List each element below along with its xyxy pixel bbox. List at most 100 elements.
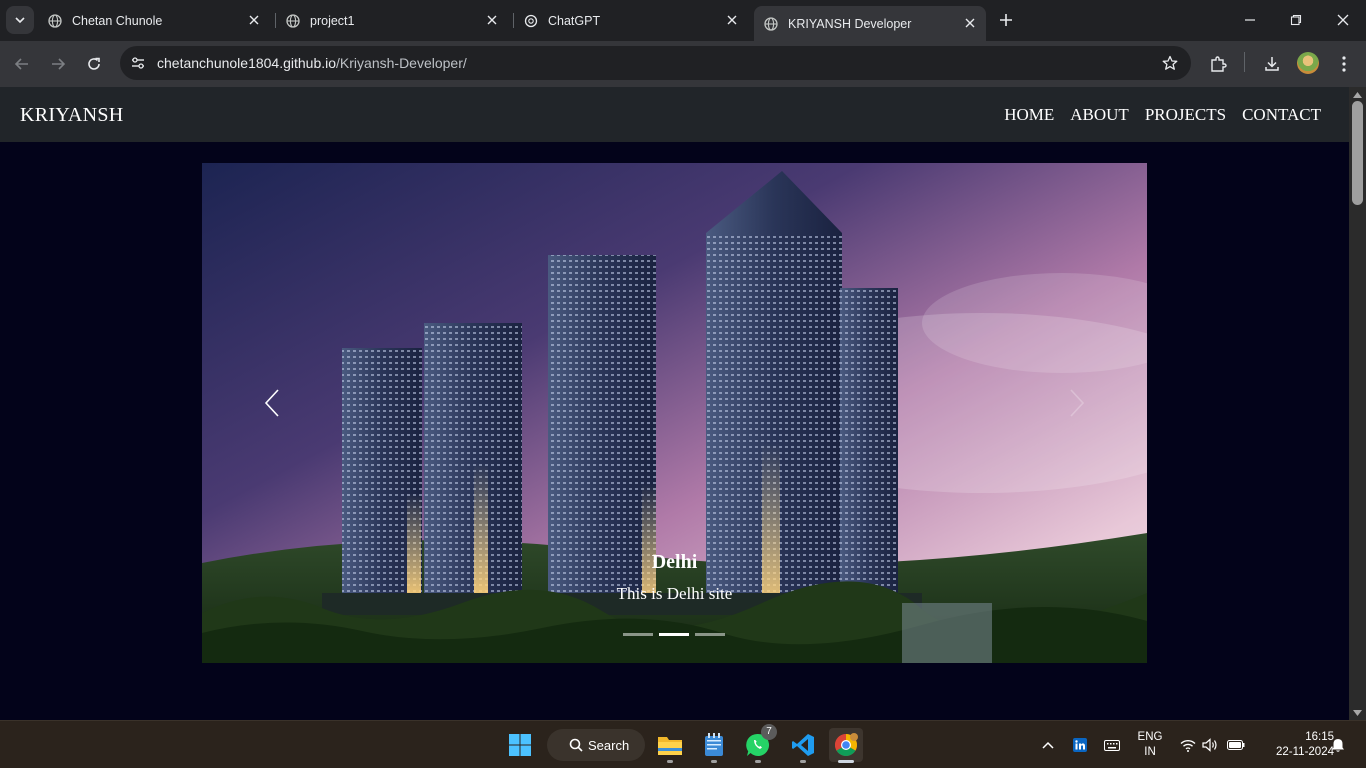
tab-project1[interactable]: project1 [278,6,508,35]
chevron-up-icon [1042,741,1054,749]
chrome-icon [835,733,858,756]
tab-divider [513,13,514,28]
close-icon [1337,14,1349,26]
carousel-prev-button[interactable] [252,383,292,423]
nav-link-home[interactable]: HOME [1004,105,1054,125]
chevron-left-icon [264,389,279,417]
page-scrollbar[interactable] [1349,87,1366,720]
address-bar[interactable]: chetanchunole1804.github.io/Kriyansh-Dev… [120,46,1191,80]
download-icon [1265,57,1279,71]
downloads-button[interactable] [1260,52,1284,76]
taskbar-search[interactable]: Search [547,729,645,761]
keyboard-icon [1104,739,1120,751]
keyboard-tray-button[interactable] [1102,735,1122,755]
tab-search-button[interactable] [6,6,34,34]
close-icon[interactable] [484,12,500,28]
close-icon[interactable] [246,12,262,28]
site-nav-links: HOME ABOUT PROJECTS CONTACT [1004,105,1321,125]
nav-link-about[interactable]: ABOUT [1070,105,1129,125]
chrome-button[interactable] [829,728,863,763]
back-button[interactable] [10,52,34,76]
clock-time: 16:15 [1305,731,1334,743]
vscode-icon [792,734,814,756]
show-hidden-icons-button[interactable] [1038,735,1058,755]
globe-icon [48,13,62,28]
linkedin-tray-button[interactable] [1070,735,1090,755]
running-indicator [755,760,761,763]
carousel-indicator-1[interactable] [623,633,653,636]
minimize-button[interactable] [1238,8,1262,32]
site-info-icon[interactable] [128,53,148,73]
bookmark-star-icon[interactable] [1161,54,1179,72]
puzzle-icon [1211,56,1227,72]
battery-icon [1227,740,1245,750]
minimize-icon [1245,19,1255,21]
slide-title: Delhi [651,551,698,573]
restore-button[interactable] [1284,8,1308,32]
active-indicator [838,760,854,763]
slide-text: This is Delhi site [616,584,733,603]
close-icon[interactable] [962,15,978,31]
notepad-button[interactable] [697,728,731,763]
scroll-up-arrow-icon[interactable] [1353,90,1362,99]
chatgpt-icon [524,14,538,28]
nav-link-contact[interactable]: CONTACT [1242,105,1321,125]
running-indicator [667,760,673,763]
reload-button[interactable] [82,52,106,76]
language-indicator[interactable]: ENG IN [1136,730,1164,760]
browser-toolbar: chetanchunole1804.github.io/Kriyansh-Dev… [0,41,1366,87]
tab-chetan-chunole[interactable]: Chetan Chunole [40,6,270,35]
folder-icon [658,737,682,755]
tab-title: KRIYANSH Developer [788,16,912,31]
forward-button[interactable] [46,52,70,76]
wifi-tray-button[interactable] [1178,735,1198,755]
region-code: IN [1144,746,1156,758]
restore-icon [1290,14,1302,26]
carousel-indicator-3[interactable] [695,633,725,636]
extensions-button[interactable] [1206,52,1230,76]
start-button[interactable] [503,728,537,762]
menu-button[interactable] [1332,52,1356,76]
taskbar-clock[interactable]: 16:15 22-11-2024 [1254,730,1334,760]
nav-link-projects[interactable]: PROJECTS [1145,105,1226,125]
windows-logo-icon [509,734,531,756]
notepad-icon [705,733,723,756]
whatsapp-button[interactable]: 7 [741,724,777,763]
new-tab-button[interactable] [996,10,1016,30]
kebab-menu-icon [1342,56,1346,72]
close-icon[interactable] [724,12,740,28]
chevron-right-icon [1070,389,1085,417]
search-icon [569,738,583,752]
battery-tray-button[interactable] [1226,735,1246,755]
page-viewport: KRIYANSH HOME ABOUT PROJECTS CONTACT Del… [0,87,1349,720]
file-explorer-button[interactable] [653,728,687,763]
wifi-icon [1180,739,1196,752]
speaker-icon [1202,738,1217,752]
running-indicator [711,760,717,763]
tab-title: Chetan Chunole [72,13,163,28]
scroll-down-arrow-icon[interactable] [1353,708,1362,717]
close-window-button[interactable] [1331,8,1355,32]
vscode-button[interactable] [786,728,820,763]
tab-kriyansh-developer[interactable]: KRIYANSH Developer [754,6,986,41]
url-path: /Kriyansh-Developer/ [336,55,467,71]
clock-date: 22-11-2024 [1276,746,1334,758]
url-text: chetanchunole1804.github.io/Kriyansh-Dev… [157,55,467,71]
site-brand[interactable]: KRIYANSH [20,104,124,127]
scrollbar-thumb[interactable] [1352,101,1363,205]
chevron-down-icon [15,17,25,24]
profile-avatar[interactable] [1297,52,1319,74]
tab-chatgpt[interactable]: ChatGPT [516,6,748,35]
reload-icon [88,57,100,70]
url-host: chetanchunole1804.github.io [157,55,337,71]
arrow-left-icon [14,58,28,70]
notification-badge: 7 [761,724,777,740]
carousel-indicator-2[interactable] [659,633,689,636]
windows-taskbar: Search 7 ENG IN 16:15 22-11-2024 [0,720,1366,768]
plus-icon [1000,14,1012,26]
toolbar-divider [1244,52,1245,72]
carousel-next-button[interactable] [1057,383,1097,423]
notifications-button[interactable] [1328,735,1348,755]
volume-tray-button[interactable] [1200,735,1220,755]
site-navbar: KRIYANSH HOME ABOUT PROJECTS CONTACT [0,87,1349,142]
